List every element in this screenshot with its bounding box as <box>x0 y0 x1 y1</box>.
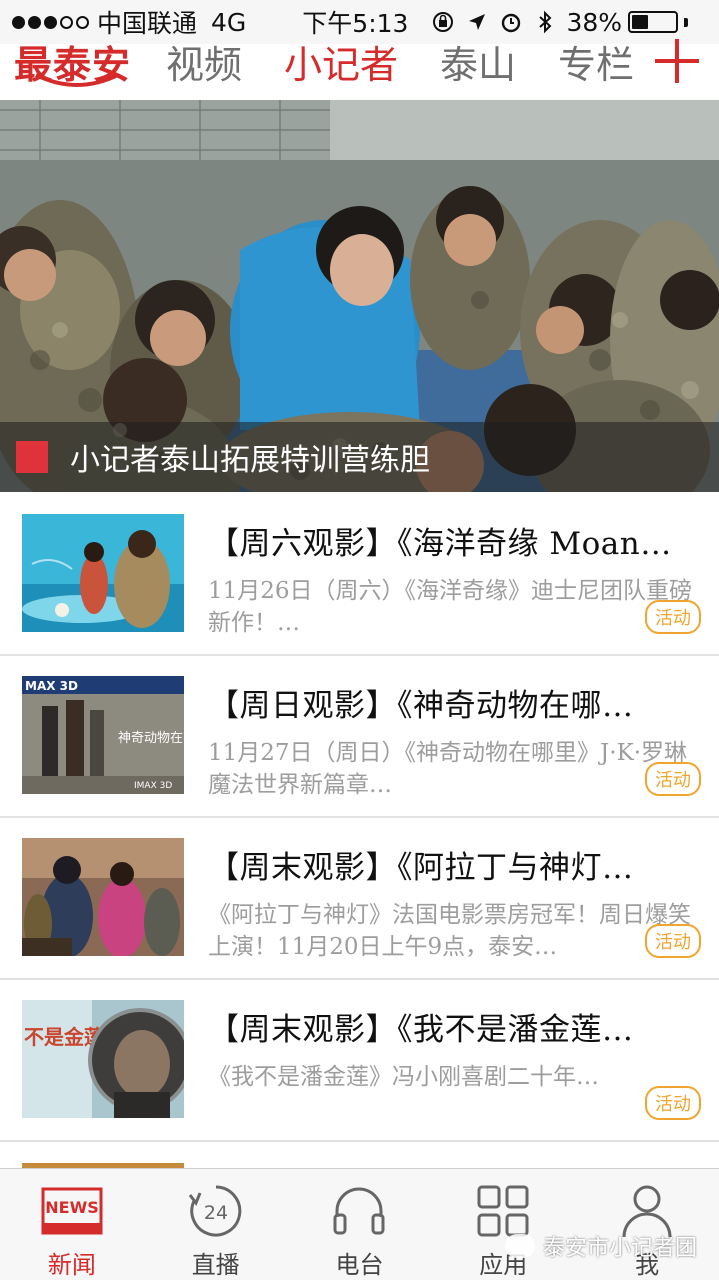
tab-little-reporter[interactable]: 小记者 <box>284 34 398 89</box>
list-item[interactable]: MAX 3D 神奇动物在哪里 IMAX 3D 【周日观影】《神奇动物在哪… 11… <box>0 656 719 818</box>
news-title: 【周日观影】《神奇动物在哪… <box>208 688 634 724</box>
svg-text:24: 24 <box>204 1202 228 1224</box>
list-item[interactable]: 【周末观影】《阿拉丁与神灯… 《阿拉丁与神灯》法国电影票房冠军！周日爆笑上演！1… <box>0 818 719 980</box>
tab-news[interactable]: NEWS 新闻 <box>0 1169 144 1280</box>
news-summary: 11月27日（周日）《神奇动物在哪里》J·K·罗琳 魔法世界新篇章… <box>208 740 688 798</box>
hero-caption-bar: 小记者泰山拓展特训营练胆 <box>0 422 719 492</box>
news-thumbnail <box>22 514 184 632</box>
activity-badge: 活动 <box>645 762 701 796</box>
news-title: 【周六观影】《海洋奇缘 Moan… <box>208 526 672 562</box>
bottom-tab-bar: NEWS 新闻 24 直播 电台 应用 我 <box>0 1168 719 1280</box>
hero-marker-icon <box>16 441 48 473</box>
list-item[interactable]: 【周六观影】《海洋奇缘 Moan… 11月26日（周六）《海洋奇缘》迪士尼团队重… <box>0 494 719 656</box>
top-navigation: 最泰安 视频 小记者 泰山 专栏 <box>0 22 719 100</box>
activity-badge: 活动 <box>645 924 701 958</box>
news-icon: NEWS <box>41 1183 103 1239</box>
live-24-icon: 24 <box>185 1183 247 1239</box>
tab-label: 新闻 <box>47 1251 96 1279</box>
news-title: 【周末观影】《阿拉丁与神灯… <box>208 850 634 886</box>
news-thumbnail <box>22 838 184 956</box>
watermark: 泰安市小记者团 <box>504 1230 697 1262</box>
logo-swoosh-icon <box>35 73 119 87</box>
thumb-imax-label: MAX 3D <box>25 679 78 693</box>
tab-me[interactable]: 我 <box>575 1169 719 1280</box>
tab-live[interactable]: 24 直播 <box>144 1169 288 1280</box>
tab-taishan[interactable]: 泰山 <box>440 34 516 89</box>
channel-tabs: 视频 小记者 泰山 专栏 <box>166 34 655 89</box>
news-thumbnail: MAX 3D 神奇动物在哪里 IMAX 3D <box>22 676 184 794</box>
news-summary: 《阿拉丁与神灯》法国电影票房冠军！周日爆笑上演！11月20日上午9点，泰安… <box>208 902 691 960</box>
news-thumbnail: 不是金莲 <box>22 1000 184 1118</box>
thumb-imax-label-2: IMAX 3D <box>134 781 172 791</box>
news-summary: 11月26日（周六）《海洋奇缘》迪士尼团队重磅新作！… <box>208 578 693 636</box>
app-logo[interactable]: 最泰安 <box>14 31 144 91</box>
tab-label: 直播 <box>191 1251 240 1279</box>
activity-badge: 活动 <box>645 600 701 634</box>
news-list: 【周六观影】《海洋奇缘 Moan… 11月26日（周六）《海洋奇缘》迪士尼团队重… <box>0 494 719 1142</box>
tab-label: 电台 <box>335 1251 384 1279</box>
activity-badge: 活动 <box>645 1086 701 1120</box>
list-item[interactable]: 不是金莲 【周末观影】《我不是潘金莲… 《我不是潘金莲》冯小刚喜剧二十年… 活动 <box>0 980 719 1142</box>
tab-column[interactable]: 专栏 <box>558 34 634 89</box>
hero-title: 小记者泰山拓展特训营练胆 <box>70 443 430 478</box>
tab-video[interactable]: 视频 <box>166 34 242 89</box>
watermark-text: 泰安市小记者团 <box>542 1236 697 1261</box>
wechat-icon <box>504 1234 535 1258</box>
headphones-icon <box>328 1183 390 1239</box>
thumb-movie-title: 神奇动物在哪里 <box>118 730 184 746</box>
news-summary: 《我不是潘金莲》冯小刚喜剧二十年… <box>208 1064 599 1090</box>
tab-radio[interactable]: 电台 <box>288 1169 432 1280</box>
hero-banner[interactable]: 小记者泰山拓展特训营练胆 <box>0 100 719 492</box>
add-channel-button[interactable] <box>655 39 699 83</box>
news-title: 【周末观影】《我不是潘金莲… <box>208 1012 634 1048</box>
svg-text:NEWS: NEWS <box>45 1198 99 1217</box>
tab-apps[interactable]: 应用 <box>431 1169 575 1280</box>
